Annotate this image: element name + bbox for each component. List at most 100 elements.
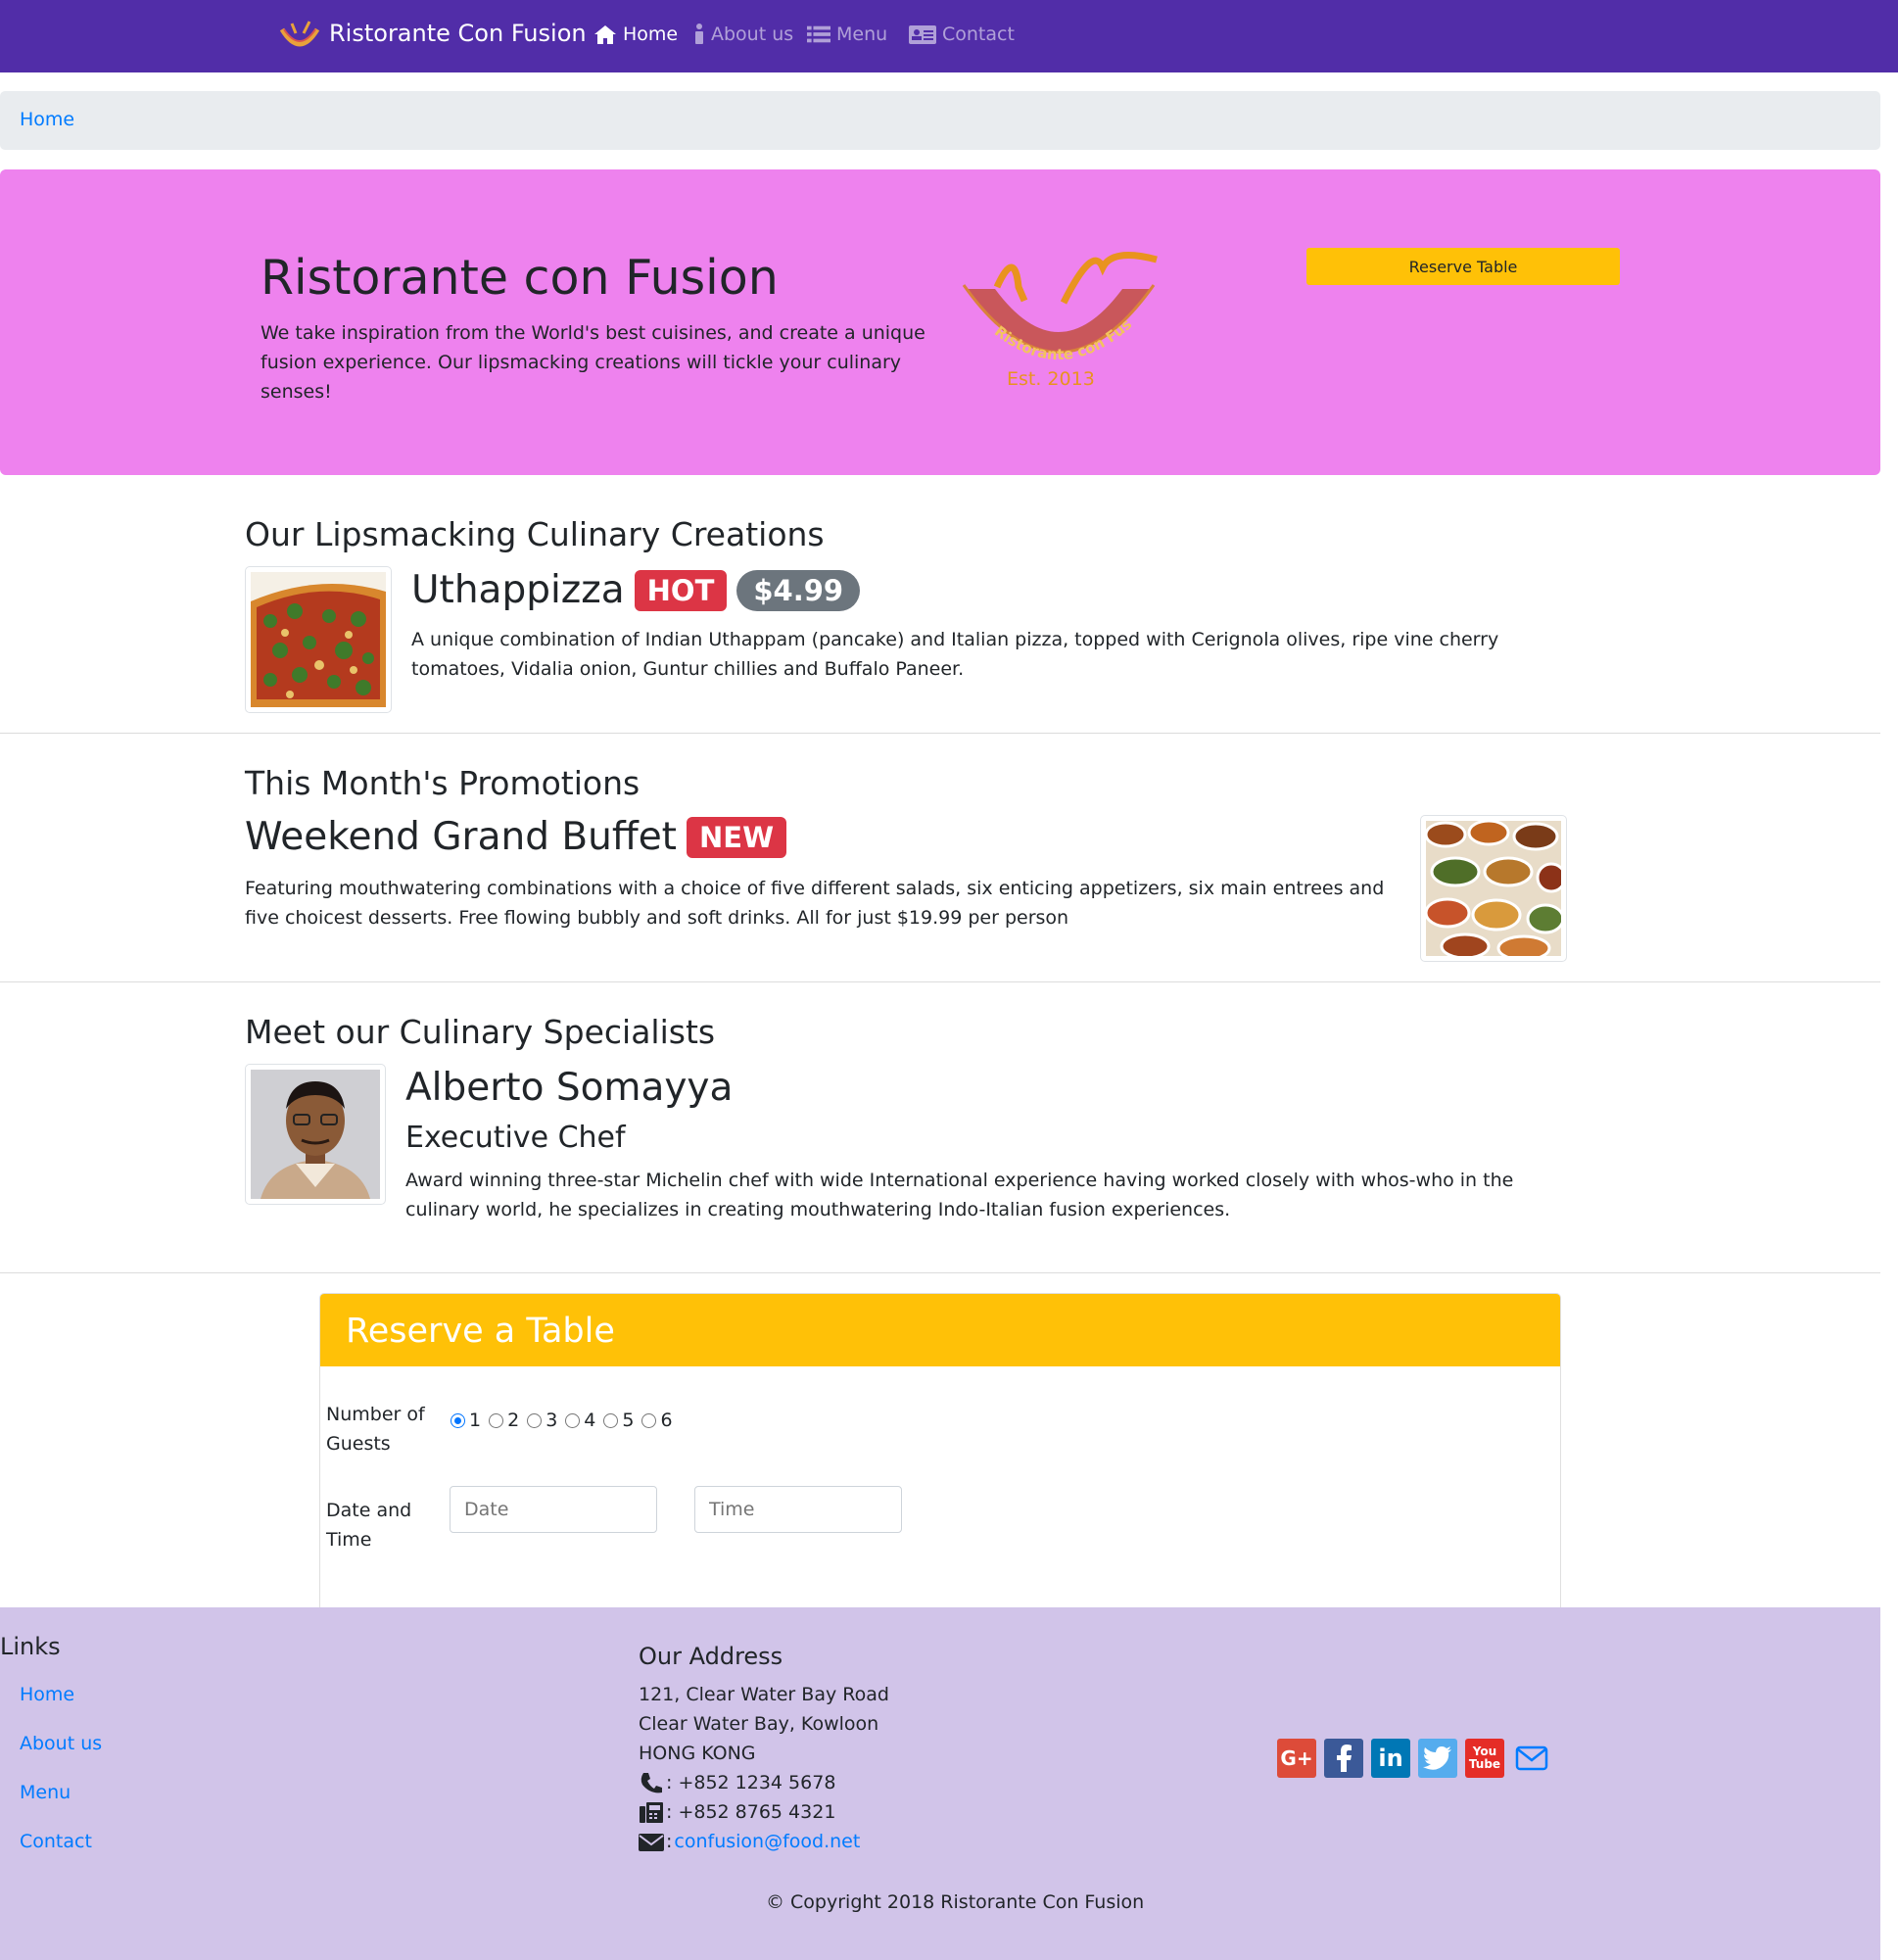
divider [0,981,1880,982]
radio-label: 1 [469,1410,482,1431]
guests-radio-group: 1 2 3 4 5 6 [451,1410,681,1431]
address-line: Clear Water Bay, Kowloon [639,1713,879,1735]
radio-button[interactable] [565,1412,581,1428]
promotion-description: Featuring mouthwatering combinations wit… [245,878,1385,929]
dish-description: A unique combination of Indian Uthappam … [411,629,1499,680]
social-buttons: G+ in You Tube [1277,1739,1551,1778]
radio-label: 5 [622,1410,635,1431]
date-input[interactable] [450,1486,657,1533]
address-card-icon [909,25,936,44]
dish-heading: Uthappizza HOT $4.99 [411,568,861,612]
radio-label: 3 [546,1410,558,1431]
breadcrumb: Home [0,91,1880,150]
promotion-image [1420,815,1567,962]
dish-name: Uthappizza [411,568,625,612]
info-icon [695,24,703,44]
linkedin-icon[interactable]: in [1371,1739,1410,1778]
radio-button[interactable] [641,1412,657,1428]
reserve-title: Reserve a Table [346,1312,615,1351]
navbar: Ristorante Con Fusion Home About us Menu… [0,0,1898,72]
radio-label: 6 [660,1410,673,1431]
hot-badge: HOT [634,569,728,611]
footer-link-home[interactable]: Home [20,1684,74,1705]
list-icon [807,25,830,43]
radio-button[interactable] [489,1412,504,1428]
google-plus-icon[interactable]: G+ [1277,1739,1316,1778]
fax-line: : +852 8765 4321 [639,1797,835,1827]
leader-designation: Executive Chef [405,1121,626,1155]
envelope-icon[interactable] [1512,1739,1551,1778]
guests-label: Number of Guests [326,1404,425,1455]
jumbotron-title: Ristorante con Fusion [261,250,779,306]
dish-section-title: Our Lipsmacking Culinary Creations [245,515,825,553]
home-icon [594,25,616,44]
datetime-label: Date and Time [326,1500,412,1551]
jumbotron-text: We take inspiration from the World's bes… [261,322,925,403]
guests-option-5[interactable]: 5 [603,1410,634,1431]
fax-icon [640,1802,663,1823]
email-prefix: : [666,1831,673,1852]
phone-line: : +852 1234 5678 [639,1768,835,1797]
envelope-icon [639,1834,664,1851]
leader-section-title: Meet our Culinary Specialists [245,1013,716,1051]
guests-option-6[interactable]: 6 [641,1410,673,1431]
youtube-icon[interactable]: You Tube [1465,1739,1504,1778]
new-badge: NEW [686,816,787,858]
promotion-heading: Weekend Grand Buffet NEW [245,815,787,859]
nav-item-contact[interactable]: Contact [909,24,1015,45]
nav-item-about[interactable]: About us [693,24,793,45]
time-input[interactable] [694,1486,902,1533]
facebook-icon[interactable] [1324,1739,1363,1778]
phone-icon [641,1773,662,1793]
nav-item-label: Contact [942,24,1015,45]
restaurant-logo: Ristorante con Fusion Est. 2013 [956,248,1158,390]
radio-button[interactable] [451,1412,465,1428]
footer-link-menu[interactable]: Menu [20,1782,71,1803]
reserve-table-card: Reserve a Table Number of Guests 1 2 3 4… [319,1293,1561,1616]
email-line: : confusion@food.net [639,1827,860,1856]
leader-name: Alberto Somayya [405,1066,734,1110]
guests-option-3[interactable]: 3 [527,1410,557,1431]
chef-portrait [251,1070,380,1199]
jumbotron: Ristorante con Fusion We take inspiratio… [0,169,1880,475]
leader-image [245,1064,386,1205]
address-line: HONG KONG [639,1743,756,1764]
footer-address-title: Our Address [639,1643,783,1670]
nav-item-label: Home [623,24,679,45]
brand-logo-icon[interactable] [278,20,321,55]
leader-description: Award winning three-star Michelin chef w… [405,1170,1514,1220]
leader-heading: Alberto Somayya [405,1066,733,1110]
address-line: 121, Clear Water Bay Road [639,1684,889,1705]
radio-label: 2 [507,1410,520,1431]
price-badge: $4.99 [736,569,861,611]
email-link[interactable]: confusion@food.net [674,1827,860,1856]
nav-item-menu[interactable]: Menu [807,24,887,45]
phone-number: : +852 1234 5678 [666,1772,836,1793]
promotion-section-title: This Month's Promotions [245,764,641,802]
breadcrumb-home-link[interactable]: Home [20,109,74,130]
fax-number: : +852 8765 4321 [666,1801,836,1823]
divider [0,1272,1880,1273]
footer-link-contact[interactable]: Contact [20,1831,92,1852]
dish-image [245,566,392,713]
radio-label: 4 [584,1410,596,1431]
navbar-brand[interactable]: Ristorante Con Fusion [329,20,587,47]
footer-link-about[interactable]: About us [20,1733,102,1754]
divider [0,733,1880,734]
radio-button[interactable] [603,1412,619,1428]
copyright-text: © Copyright 2018 Ristorante Con Fusion [766,1891,1145,1913]
reserve-table-button[interactable]: Reserve Table [1306,248,1620,285]
nav-item-label: About us [711,24,794,45]
footer: Links Home About us Menu Contact Our Add… [0,1607,1880,1960]
guests-option-4[interactable]: 4 [565,1410,595,1431]
radio-button[interactable] [527,1412,543,1428]
card-header: Reserve a Table [320,1294,1560,1366]
footer-links-title: Links [0,1633,61,1660]
guests-option-1[interactable]: 1 [451,1410,481,1431]
nav-item-home[interactable]: Home [593,24,678,45]
buffet-image [1426,821,1561,956]
promotion-name: Weekend Grand Buffet [245,815,677,859]
nav-item-label: Menu [836,24,888,45]
twitter-icon[interactable] [1418,1739,1457,1778]
guests-option-2[interactable]: 2 [489,1410,519,1431]
